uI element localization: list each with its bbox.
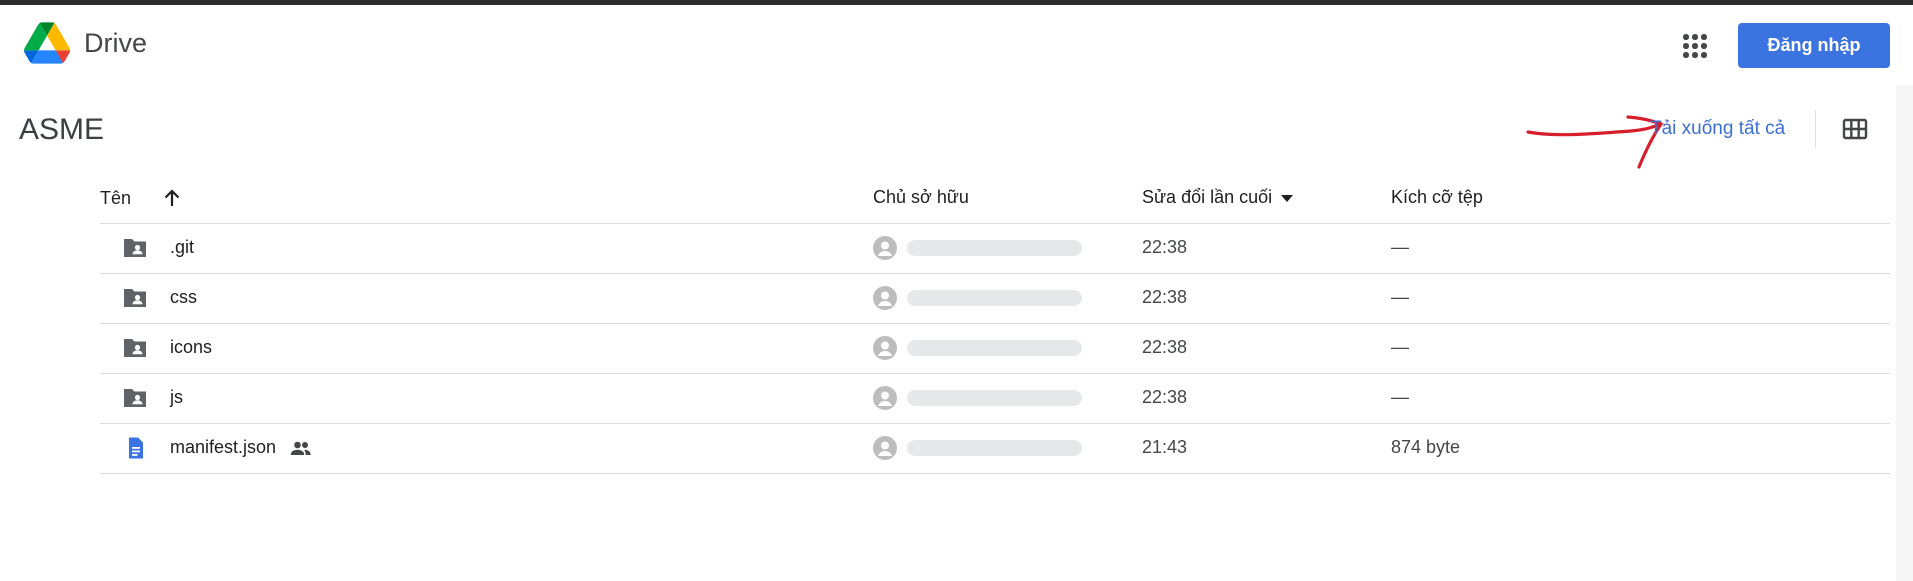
file-size: —	[1391, 287, 1409, 307]
file-name-cell[interactable]: .git	[170, 237, 194, 258]
column-modified-header[interactable]: Sửa đổi lần cuối	[1142, 187, 1294, 208]
modified-time: 21:43	[1142, 437, 1188, 457]
file-row[interactable]: .git 22:38 —	[100, 224, 1890, 274]
file-list-table: Tên Chủ sở hữu Sửa đổi lần cuối Kích cỡ …	[100, 175, 1890, 474]
toolbar-divider	[1815, 110, 1816, 148]
file-size: —	[1391, 387, 1409, 407]
column-modified-label: Sửa đổi lần cuối	[1142, 187, 1273, 207]
owner-avatar-icon	[873, 286, 897, 310]
column-size-header[interactable]: Kích cỡ tệp	[1391, 187, 1483, 208]
file-row[interactable]: css 22:38 —	[100, 274, 1890, 324]
shared-folder-icon	[124, 339, 146, 357]
shared-folder-icon	[124, 289, 146, 307]
file-name: .git	[170, 237, 195, 257]
apps-grid-icon[interactable]	[1680, 31, 1710, 61]
file-size: 874 byte	[1391, 437, 1461, 457]
modified-time: 22:38	[1142, 237, 1188, 257]
table-header: Tên Chủ sở hữu Sửa đổi lần cuối Kích cỡ …	[100, 175, 1890, 224]
sort-ascending-icon[interactable]	[161, 187, 183, 209]
file-size: —	[1391, 237, 1409, 257]
modified-time: 22:38	[1142, 287, 1188, 307]
modified-time: 22:38	[1142, 387, 1188, 407]
scrollbar-track[interactable]	[1896, 85, 1913, 581]
sign-in-button[interactable]: Đăng nhập	[1738, 23, 1890, 68]
file-name-cell[interactable]: icons	[170, 337, 212, 358]
shared-folder-icon	[124, 239, 146, 257]
column-owner-header[interactable]: Chủ sở hữu	[873, 187, 969, 208]
document-icon	[129, 437, 143, 459]
folder-title: ASME	[19, 113, 105, 146]
file-name: js	[170, 387, 183, 407]
brand-name: Drive	[84, 28, 148, 58]
file-name: icons	[170, 337, 213, 357]
column-size-label: Kích cỡ tệp	[1391, 187, 1483, 207]
file-name-cell[interactable]: css	[170, 287, 197, 308]
file-row[interactable]: js 22:38 —	[100, 374, 1890, 424]
file-name-cell[interactable]: js	[170, 387, 183, 408]
file-size: —	[1391, 337, 1409, 357]
modified-time: 22:38	[1142, 337, 1188, 357]
shared-people-icon	[290, 441, 311, 455]
file-name-cell[interactable]: manifest.json	[170, 437, 312, 458]
hand-drawn-arrow-annotation	[1526, 115, 1664, 169]
sort-dropdown-icon[interactable]	[1280, 193, 1294, 203]
owner-name-placeholder	[907, 390, 1082, 406]
file-row[interactable]: icons 22:38 —	[100, 324, 1890, 374]
drive-logo-icon[interactable]	[24, 22, 70, 64]
grid-view-icon[interactable]	[1842, 116, 1868, 142]
owner-avatar-icon	[873, 436, 897, 460]
owner-name-placeholder	[907, 290, 1082, 306]
column-name-label: Tên	[100, 187, 132, 208]
column-owner-label: Chủ sở hữu	[873, 187, 969, 207]
owner-avatar-icon	[873, 236, 897, 260]
download-all-link[interactable]: Tải xuống tất cả	[1650, 118, 1785, 140]
file-row[interactable]: manifest.json 21:43 874 byte	[100, 424, 1890, 474]
column-name-header[interactable]: Tên	[100, 187, 183, 209]
owner-avatar-icon	[873, 336, 897, 360]
app-header: Drive Đăng nhập	[0, 5, 1913, 85]
owner-name-placeholder	[907, 340, 1082, 356]
file-name: css	[170, 287, 197, 307]
owner-name-placeholder	[907, 240, 1082, 256]
owner-avatar-icon	[873, 386, 897, 410]
shared-folder-icon	[124, 389, 146, 407]
file-name: manifest.json	[170, 437, 277, 457]
owner-name-placeholder	[907, 440, 1082, 456]
